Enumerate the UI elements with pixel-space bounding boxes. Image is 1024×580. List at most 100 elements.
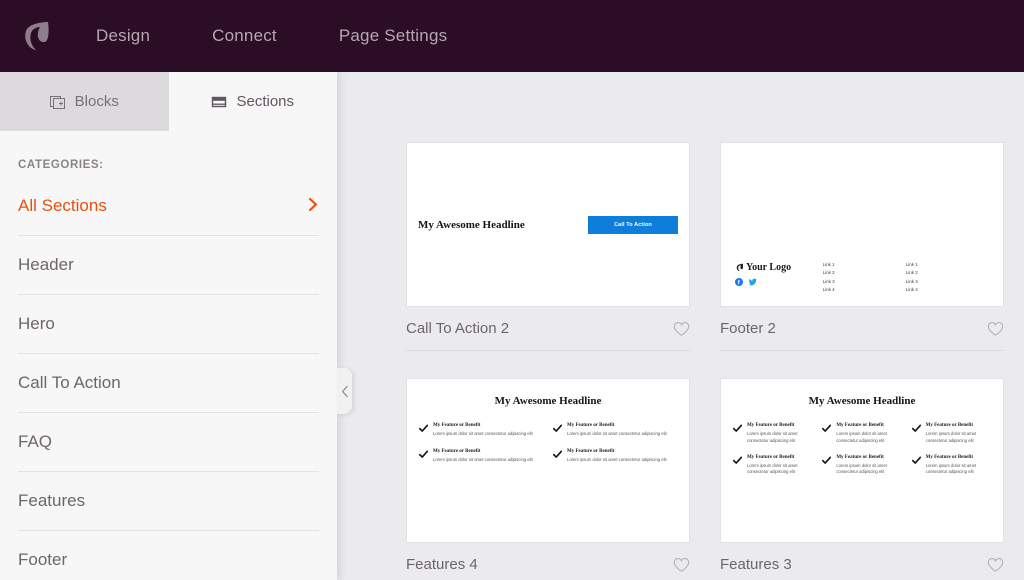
tab-sections[interactable]: Sections: [169, 72, 338, 131]
feature-item: My Feature or Benefit Lorem ipsum dolor …: [553, 423, 677, 438]
sidebar-item-hero[interactable]: Hero: [18, 295, 319, 354]
footer-brand: Your Logo: [735, 262, 823, 293]
section-preview-call-to-action-2[interactable]: My Awesome Headline Call To Action: [406, 142, 690, 307]
app-root: Design Connect Page Settings Blocks: [0, 0, 1024, 580]
section-card-footer: Call To Action 2: [406, 307, 690, 351]
panel-collapse-handle[interactable]: [337, 368, 352, 414]
feature-item: My Feature or Benefit Lorem ipsum dolor …: [822, 455, 901, 476]
sidebar-item-label: FAQ: [18, 432, 52, 452]
section-card-footer: Features 4: [406, 543, 690, 580]
feature-desc: Lorem ipsum dolor sit amet consectetur a…: [567, 457, 667, 463]
check-icon: [822, 424, 831, 433]
features-grid: My Feature or Benefit Lorem ipsum dolor …: [733, 423, 991, 476]
nav-link-design[interactable]: Design: [96, 26, 150, 46]
favorite-heart-icon[interactable]: [673, 557, 690, 573]
section-preview-features-4[interactable]: My Awesome Headline My Feature or Benefi…: [406, 378, 690, 543]
feature-title: My Feature or Benefit: [433, 449, 533, 455]
features-headline: My Awesome Headline: [733, 395, 991, 407]
section-preview-features-3[interactable]: My Awesome Headline My Feature or Benefi…: [720, 378, 1004, 543]
feature-desc: Lorem ipsum dolor sit amet consectetur a…: [747, 463, 812, 476]
blocks-icon: [50, 94, 66, 110]
check-icon: [822, 456, 831, 465]
left-panel: Blocks Sections CATEGORIES: All Sections: [0, 72, 337, 580]
tab-sections-label: Sections: [236, 93, 294, 110]
feature-desc: Lorem ipsum dolor sit amet consectetur a…: [433, 457, 533, 463]
section-preview-footer-2[interactable]: Your Logo: [720, 142, 1004, 307]
twitter-icon: [748, 278, 757, 286]
feature-title: My Feature or Benefit: [567, 423, 667, 429]
section-card-title: Footer 2: [720, 320, 776, 337]
check-icon: [733, 456, 742, 465]
features-preview: My Awesome Headline My Feature or Benefi…: [407, 379, 689, 542]
footer-link: Link 4: [823, 287, 906, 292]
feature-item: My Feature or Benefit Lorem ipsum dolor …: [419, 449, 543, 464]
sidebar-item-label: Footer: [18, 550, 67, 570]
sidebar-item-footer[interactable]: Footer: [18, 531, 319, 580]
footer-logo-text: Your Logo: [746, 262, 791, 273]
sidebar-item-all-sections[interactable]: All Sections: [18, 177, 319, 236]
check-icon: [912, 456, 921, 465]
feature-desc: Lorem ipsum dolor sit amet consectetur a…: [433, 431, 533, 437]
sidebar-item-label: Hero: [18, 314, 55, 334]
feature-title: My Feature or Benefit: [836, 423, 901, 429]
footer-social-icons: [735, 278, 823, 286]
footer-link-column: Link 1 Link 2 Link 3 Link 4: [823, 262, 906, 293]
feature-desc: Lorem ipsum dolor sit amet consectetur a…: [567, 431, 667, 437]
features-headline: My Awesome Headline: [419, 395, 677, 407]
feature-title: My Feature or Benefit: [747, 423, 812, 429]
feature-title: My Feature or Benefit: [926, 455, 991, 461]
sidebar-item-label: Header: [18, 255, 74, 275]
sections-gallery[interactable]: My Awesome Headline Call To Action Call …: [337, 72, 1024, 580]
section-card-title: Features 4: [406, 556, 478, 573]
favorite-heart-icon[interactable]: [987, 321, 1004, 337]
check-icon: [733, 424, 742, 433]
feature-title: My Feature or Benefit: [926, 423, 991, 429]
footer-link: Link 3: [906, 279, 989, 284]
feature-title: My Feature or Benefit: [836, 455, 901, 461]
favorite-heart-icon[interactable]: [987, 557, 1004, 573]
categories-scroll-area[interactable]: CATEGORIES: All Sections Header Hero Cal…: [0, 131, 337, 580]
footer-preview: Your Logo: [721, 262, 1003, 293]
sidebar-item-call-to-action[interactable]: Call To Action: [18, 354, 319, 413]
leaf-logo-icon: [18, 18, 54, 54]
app-logo[interactable]: [0, 0, 72, 72]
feature-item: My Feature or Benefit Lorem ipsum dolor …: [733, 423, 812, 444]
features-grid: My Feature or Benefit Lorem ipsum dolor …: [419, 423, 677, 463]
feature-item: My Feature or Benefit Lorem ipsum dolor …: [912, 423, 991, 444]
feature-title: My Feature or Benefit: [433, 423, 533, 429]
footer-link: Link 4: [906, 287, 989, 292]
check-icon: [419, 450, 428, 459]
section-card-title: Call To Action 2: [406, 320, 509, 337]
top-navigation-bar: Design Connect Page Settings: [0, 0, 1024, 72]
sidebar-item-features[interactable]: Features: [18, 472, 319, 531]
feature-item: My Feature or Benefit Lorem ipsum dolor …: [912, 455, 991, 476]
section-card: Your Logo: [720, 142, 1004, 351]
check-icon: [553, 424, 562, 433]
sidebar-item-label: Call To Action: [18, 373, 121, 393]
footer-link: Link 2: [823, 270, 906, 275]
footer-link: Link 1: [823, 262, 906, 267]
chevron-left-icon: [341, 385, 349, 398]
feature-desc: Lorem ipsum dolor sit amet consectetur a…: [836, 463, 901, 476]
nav-link-connect[interactable]: Connect: [212, 26, 277, 46]
footer-link-column: Link 1 Link 2 Link 3 Link 4: [906, 262, 989, 293]
sidebar-item-header[interactable]: Header: [18, 236, 319, 295]
feature-desc: Lorem ipsum dolor sit amet consectetur a…: [926, 463, 991, 476]
nav-link-page-settings[interactable]: Page Settings: [339, 26, 447, 46]
feature-desc: Lorem ipsum dolor sit amet consectetur a…: [836, 431, 901, 444]
sidebar-item-label: All Sections: [18, 196, 107, 216]
sections-icon: [211, 94, 227, 110]
section-card-footer: Footer 2: [720, 307, 1004, 351]
feature-title: My Feature or Benefit: [747, 455, 812, 461]
features-preview: My Awesome Headline My Feature or Benefi…: [721, 379, 1003, 542]
brand-mark-icon: [735, 263, 744, 272]
tab-blocks-label: Blocks: [75, 93, 119, 110]
section-card: My Awesome Headline My Feature or Benefi…: [406, 378, 690, 580]
nav-links: Design Connect Page Settings: [72, 26, 509, 46]
section-card-footer: Features 3: [720, 543, 1004, 580]
favorite-heart-icon[interactable]: [673, 321, 690, 337]
sidebar-item-faq[interactable]: FAQ: [18, 413, 319, 472]
footer-link: Link 2: [906, 270, 989, 275]
tab-blocks[interactable]: Blocks: [0, 72, 169, 131]
feature-item: My Feature or Benefit Lorem ipsum dolor …: [822, 423, 901, 444]
